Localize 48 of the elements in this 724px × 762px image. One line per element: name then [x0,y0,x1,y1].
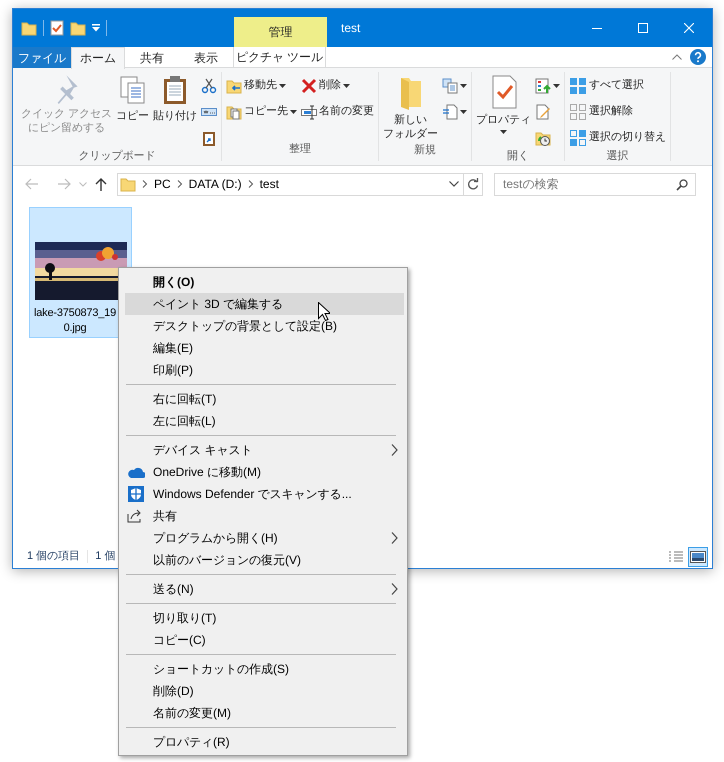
menu-item[interactable]: 送る(N) [125,578,404,600]
ribbon-button[interactable]: 新しい フォルダー [381,72,440,144]
menu-item[interactable]: 右に回転(T) [125,388,404,410]
ribbon-tab[interactable]: ファイル [13,47,71,68]
menu-item[interactable]: 名前の変更(M) [125,702,404,724]
ribbon-button[interactable]: 名前の変更 [299,100,376,124]
breadcrumb-item[interactable]: PC [154,176,171,192]
ribbon-button[interactable]: 貼り付け [151,72,200,150]
group-label: 新規 [413,144,438,158]
ribbon-tab[interactable]: 表示 [179,47,233,68]
ribbon-button[interactable]: コピー先 [224,100,300,124]
ribbon-button[interactable]: 選択の切り替え [567,126,668,150]
window-title: test [341,20,360,36]
menu-item[interactable]: Windows Defender でスキャンする... [125,483,404,505]
menu-item[interactable]: コピー(C) [125,629,404,651]
menu-item[interactable]: 以前のバージョンの復元(V) [125,549,404,571]
ribbon-button[interactable]: 削除 [299,74,376,98]
breadcrumb-item[interactable]: test [260,176,279,192]
ribbon-button[interactable]: すべて選択 [567,74,668,98]
menu-item[interactable]: 削除(D) [125,680,404,702]
group-label: 開く [506,150,530,164]
menu-item[interactable]: 切り取り(T) [125,607,404,629]
ribbon-tab[interactable]: 共有 [125,47,179,68]
context-tab-header: 管理 [234,17,327,47]
group-label: 選択 [606,150,630,164]
ribbon-button[interactable]: 選択解除 [567,100,668,124]
menu-item[interactable]: ペイント 3D で編集する [125,293,404,315]
address-bar[interactable]: PC DATA (D:) test [117,172,464,196]
menu-item[interactable]: OneDrive に移動(M) [125,461,404,483]
breadcrumb-item[interactable]: DATA (D:) [188,176,242,192]
file-name: lake-3750873_19 0.jpg [34,306,116,336]
ribbon-tab[interactable]: ホーム [71,47,125,69]
menu-item[interactable]: ショートカットの作成(S) [125,658,404,680]
search-field[interactable]: testの検索 [494,172,696,196]
group-label: 整理 [288,143,312,157]
menu-item[interactable]: プロパティ(R) [125,731,404,753]
status-text: 1 個の項目 [27,550,88,564]
ribbon-button[interactable]: コピー [114,72,152,150]
menu-item[interactable]: プログラムから開く(H) [125,527,404,549]
menu-item[interactable]: 共有 [125,505,404,527]
menu-item[interactable]: 印刷(P) [125,359,404,381]
file-item[interactable]: lake-3750873_19 0.jpg [29,207,132,338]
menu-item[interactable]: 左に回転(L) [125,410,404,432]
ribbon-button[interactable]: プロパティ [474,72,534,150]
group-label: クリップボード [78,150,157,164]
menu-item[interactable]: 編集(E) [125,337,404,359]
ribbon-button[interactable]: 移動先 [224,74,300,98]
menu-item[interactable]: デバイス キャスト [125,439,404,461]
